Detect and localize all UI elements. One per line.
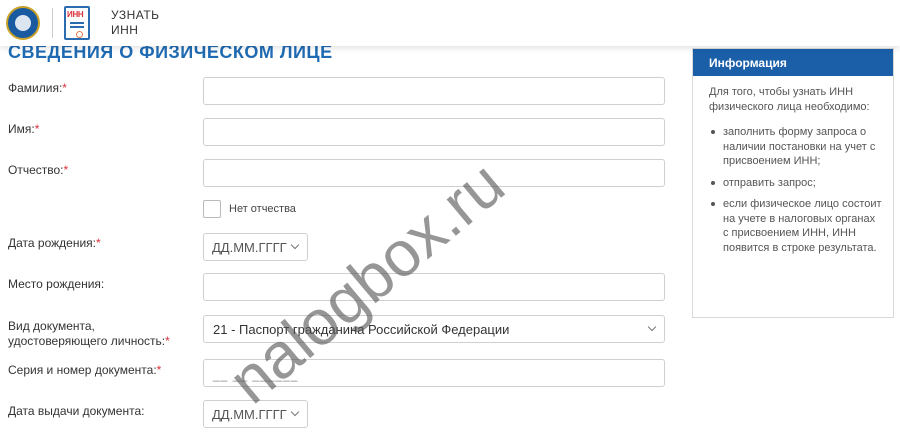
no-patronymic-label[interactable]: Нет отчества: [229, 203, 296, 215]
chevron-down-icon: [290, 240, 300, 250]
birth-date-placeholder: ДД.ММ.ГГГГ: [212, 240, 287, 255]
service-brand[interactable]: УЗНАТЬ ИНН: [111, 8, 160, 38]
issue-date-placeholder: ДД.ММ.ГГГГ: [212, 407, 287, 422]
info-list-item: если физическое лицо состоит на учете в …: [711, 197, 883, 255]
chevron-down-icon: [647, 322, 657, 332]
birth-date-picker[interactable]: ДД.ММ.ГГГГ: [203, 233, 308, 261]
doc-number-label: Серия и номер документа:*: [8, 363, 162, 377]
site-header: ИНН УЗНАТЬ ИНН: [0, 0, 900, 46]
info-list-item: заполнить форму запроса о наличии постан…: [711, 125, 883, 169]
name-input[interactable]: [203, 118, 665, 146]
info-list: заполнить форму запроса о наличии постан…: [693, 125, 883, 262]
surname-input[interactable]: [203, 77, 665, 105]
inn-document-icon[interactable]: ИНН: [64, 6, 90, 40]
no-patronymic-checkbox[interactable]: [203, 200, 221, 218]
info-panel-title: Информация: [693, 49, 893, 76]
info-intro: Для того, чтобы узнать ИНН физического л…: [709, 86, 870, 113]
patronymic-label: Отчество:*: [8, 163, 69, 177]
brand-line-1: УЗНАТЬ: [111, 8, 160, 22]
issue-date-label: Дата выдачи документа:: [8, 404, 145, 418]
birth-place-input[interactable]: [203, 273, 665, 301]
doc-type-label: Вид документа, удостоверяющего личность:…: [8, 319, 170, 348]
birth-place-label: Место рождения:: [8, 277, 105, 291]
surname-label: Фамилия:*: [8, 81, 67, 95]
header-divider: [52, 8, 53, 38]
brand-line-2: ИНН: [111, 23, 139, 37]
info-panel: Информация Для того, чтобы узнать ИНН фи…: [692, 48, 894, 318]
fns-emblem-icon[interactable]: [6, 6, 40, 40]
name-label: Имя:*: [8, 122, 40, 136]
birth-date-label: Дата рождения:*: [8, 236, 101, 250]
info-list-item: отправить запрос;: [711, 176, 883, 191]
chevron-down-icon: [290, 407, 300, 417]
inn-icon-text: ИНН: [67, 10, 84, 19]
